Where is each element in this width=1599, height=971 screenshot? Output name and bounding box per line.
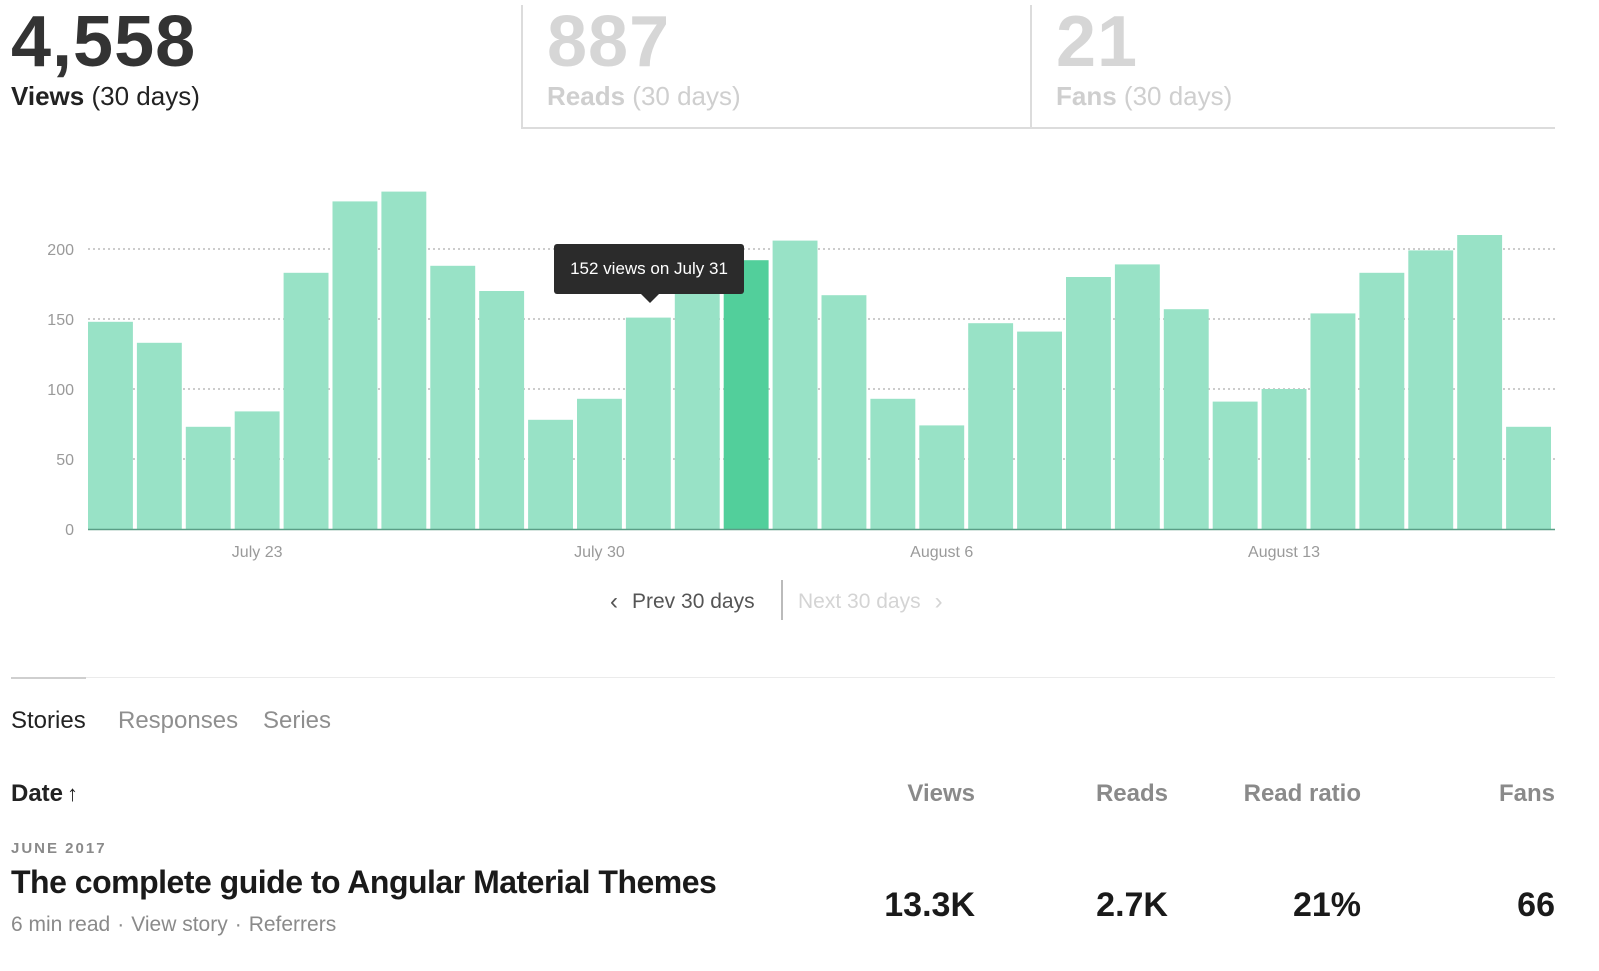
story-month: JUNE 2017 [11,840,107,857]
y-tick-label: 150 [47,312,74,329]
chart-bar[interactable] [234,411,280,529]
chart-bar[interactable] [332,201,378,529]
chart-bar[interactable] [1457,235,1503,529]
chart-bar[interactable] [821,295,867,529]
story-views: 13.3K [884,886,975,924]
reads-count: 887 [547,2,671,82]
views-bar-chart: 0 50 100 150 200 July 23 July 30 August 6 August… [47,191,1555,561]
chart-bar[interactable] [1066,277,1111,529]
story-reads: 2.7K [1096,886,1168,924]
chart-bar[interactable] [528,419,573,529]
fans-label: Fans (30 days) [1056,81,1233,111]
active-tab-indicator [11,677,86,679]
chart-bar[interactable] [1310,313,1356,529]
reads-stat[interactable]: 887 Reads (30 days) [521,2,1030,129]
referrers-link[interactable]: Referrers [249,913,337,936]
prev-30-days-button[interactable]: ‹ Prev 30 days [610,588,755,616]
read-ratio-column-header[interactable]: Read ratio [1244,780,1361,808]
chart-bar[interactable] [968,323,1014,529]
chart-bar[interactable] [1261,389,1307,529]
story-meta: 6 min read · View story · Referrers [11,913,336,937]
chart-bar[interactable] [1506,426,1551,529]
stats-bar: 4,558 Views (30 days) 887 Reads (30 days… [11,2,1555,129]
y-tick-label: 0 [65,522,74,539]
sort-arrow-up-icon: ↑ [67,781,79,806]
chevron-left-icon: ‹ [610,588,618,615]
y-tick-label: 100 [47,382,74,399]
fans-stat[interactable]: 21 Fans (30 days) [1030,2,1555,129]
views-column-header[interactable]: Views [907,780,975,808]
tab-responses[interactable]: Responses [118,707,238,735]
chart-bar[interactable] [1359,272,1405,529]
chart-bar[interactable] [870,398,916,529]
chevron-right-icon: › [934,588,943,615]
y-tick-label: 50 [56,452,74,469]
chart-bar[interactable] [1114,264,1160,529]
next-30-days-button: Next 30 days › [798,588,943,616]
x-tick-label: July 30 [574,544,625,561]
chart-bar[interactable] [185,426,231,529]
x-tick-label: July 23 [232,544,283,561]
chart-pager: ‹ Prev 30 days Next 30 days › [610,580,970,620]
section-divider [11,677,1555,678]
stories-table-header: Date ↑ Views Reads Read ratio Fans [11,780,1555,816]
chart-bar[interactable] [625,317,671,529]
y-tick-label: 200 [47,242,74,259]
chart-bar[interactable] [919,425,965,529]
chart-bar[interactable] [1408,250,1454,529]
read-time: 6 min read [11,913,111,936]
story-read-ratio: 21% [1292,886,1361,924]
table-row: JUNE 2017 The complete guide to Angular … [11,836,1555,946]
views-count: 4,558 [11,2,197,82]
chart-bar[interactable] [136,342,182,529]
chart-bar[interactable] [1163,309,1209,529]
x-tick-label: August 13 [1248,544,1320,561]
tooltip-arrow [640,293,660,303]
x-tick-label: August 6 [910,544,973,561]
chart-tooltip: 152 views on July 31 [554,244,744,303]
tab-stories[interactable]: Stories [11,707,86,735]
story-fans: 66 [1517,886,1555,924]
story-title[interactable]: The complete guide to Angular Material T… [11,864,717,901]
fans-column-header[interactable]: Fans [1499,780,1555,808]
chart-bar[interactable] [430,265,476,529]
chart-bar[interactable] [772,240,818,529]
prev-label: Prev 30 days [632,590,755,613]
view-story-link[interactable]: View story [131,913,227,936]
chart-bar[interactable] [381,191,427,529]
chart-bar[interactable] [283,272,329,529]
meta-separator: · [234,913,242,936]
fans-count: 21 [1056,2,1139,82]
reads-label: Reads (30 days) [547,81,741,111]
chart-bar[interactable] [88,321,133,529]
views-label: Views (30 days) [11,81,200,111]
chart-bar[interactable] [1212,401,1258,529]
views-stat[interactable]: 4,558 Views (30 days) [11,2,521,129]
chart-bar[interactable] [577,398,622,529]
meta-separator: · [117,913,125,936]
chart-bar[interactable] [674,279,720,529]
tooltip-text: 152 views on July 31 [570,259,728,278]
chart-bar[interactable] [1017,331,1062,529]
chart-bar[interactable] [479,291,525,529]
date-column-header[interactable]: Date ↑ [11,780,78,808]
next-label: Next 30 days [798,590,921,613]
pager-divider [781,580,783,620]
views-chart: 0 50 100 150 200 July 23 July 30 August 6 August… [0,150,1599,570]
reads-column-header[interactable]: Reads [1096,780,1168,808]
tab-series[interactable]: Series [263,707,331,735]
chart-bar[interactable] [723,260,769,529]
